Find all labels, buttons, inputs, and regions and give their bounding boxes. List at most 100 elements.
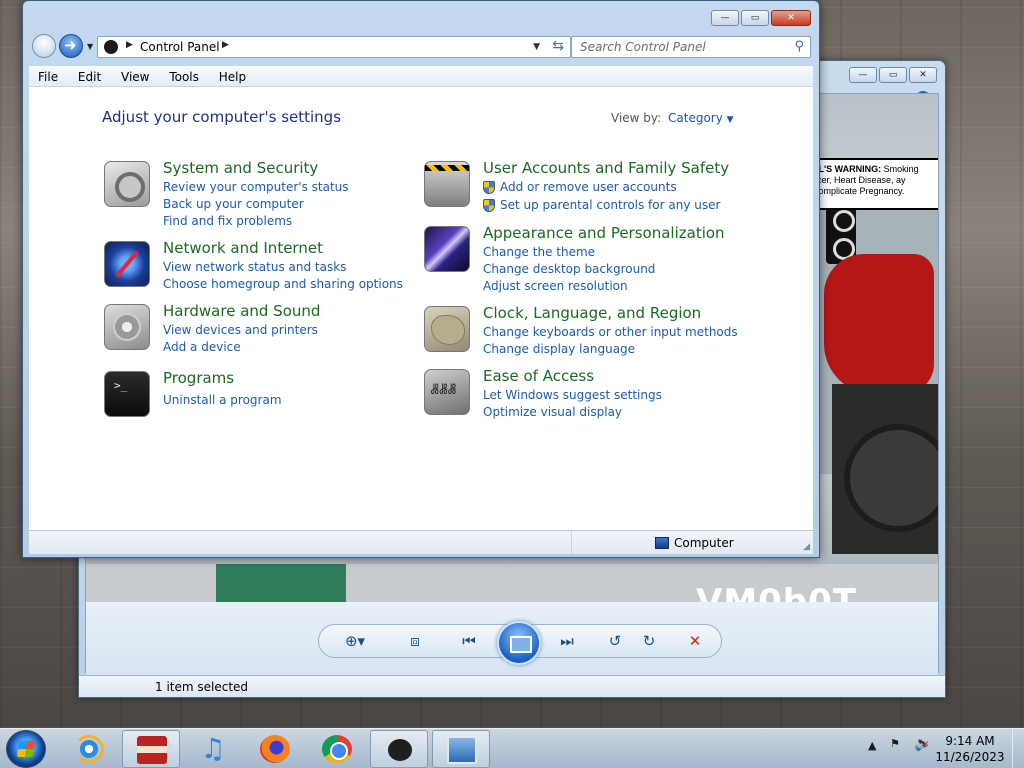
photo-red-figure <box>824 254 934 394</box>
category-link[interactable]: View devices and printers <box>163 323 318 337</box>
photo-green-block <box>216 564 346 602</box>
category-link[interactable]: Change keyboards or other input methods <box>483 325 738 339</box>
search-placeholder: Search Control Panel <box>580 40 706 54</box>
previous-icon[interactable]: ⏮ <box>458 631 480 651</box>
clock-date: 11/26/2023 <box>935 750 1005 764</box>
delete-icon[interactable]: ✕ <box>684 631 706 651</box>
notification-area: ▲ ⚑ 🔈 <box>868 736 931 752</box>
category-link[interactable]: Back up your computer <box>163 197 304 211</box>
category-link[interactable]: Change desktop background <box>483 262 655 276</box>
cp-maximize-button[interactable]: ▭ <box>741 10 769 26</box>
category-link[interactable]: Add a device <box>163 340 241 354</box>
category-title[interactable]: Ease of Access <box>483 367 594 385</box>
ease-of-access-icon[interactable] <box>424 369 470 415</box>
category-link[interactable]: Set up parental controls for any user <box>500 198 720 212</box>
breadcrumb-separator-icon[interactable]: ▶ <box>126 40 133 50</box>
view-by-dropdown[interactable]: Category ▼ <box>668 111 734 125</box>
category-link[interactable]: Choose homegroup and sharing options <box>163 277 403 291</box>
address-dropdown-icon[interactable]: ▼ <box>533 42 540 52</box>
menu-help[interactable]: Help <box>210 66 253 84</box>
taskbar-ie[interactable] <box>60 730 118 768</box>
cp-status-bar: Computer ◢ <box>29 530 813 554</box>
resize-grip-icon[interactable]: ◢ <box>803 542 810 552</box>
viewer-minimize-button[interactable]: — <box>849 67 877 83</box>
taskbar-archive[interactable] <box>122 730 180 768</box>
rotate-right-icon[interactable]: ↻ <box>638 631 660 651</box>
next-icon[interactable]: ⏭ <box>556 631 578 651</box>
search-icon[interactable]: ⚲ <box>794 39 804 54</box>
search-input[interactable]: Search Control Panel ⚲ <box>571 36 811 58</box>
hardware-sound-icon[interactable] <box>104 304 150 350</box>
show-desktop-button[interactable] <box>1012 729 1024 768</box>
refresh-icon[interactable]: ⇆ <box>552 38 564 54</box>
appearance-icon[interactable] <box>424 226 470 272</box>
category-link[interactable]: View network status and tasks <box>163 260 346 274</box>
recent-pages-dropdown-icon[interactable]: ▼ <box>87 42 93 51</box>
page-title: Adjust your computer's settings <box>102 108 342 126</box>
viewer-close-button[interactable]: ✕ <box>909 67 937 83</box>
menu-bar: File Edit View Tools Help <box>29 65 813 87</box>
viewer-status-text: 1 item selected <box>155 680 249 694</box>
cp-window-controls: — ▭ ✕ <box>711 10 811 26</box>
taskbar-control-panel[interactable] <box>370 730 428 768</box>
category-link[interactable]: Change the theme <box>483 245 595 259</box>
category-title[interactable]: Appearance and Personalization <box>483 224 725 242</box>
user-accounts-icon[interactable] <box>424 161 470 207</box>
forward-button[interactable] <box>59 34 83 58</box>
control-panel-window: — ▭ ✕ ▼ ▶ Control Panel ▶ ▼ ⇆ Search Con… <box>22 0 820 558</box>
back-button[interactable] <box>32 34 56 58</box>
clock-language-icon[interactable] <box>424 306 470 352</box>
navigation-bar: ▼ ▶ Control Panel ▶ ▼ ⇆ Search Control P… <box>23 31 819 61</box>
network-internet-icon[interactable] <box>104 241 150 287</box>
photo-viewer-icon <box>447 736 477 764</box>
category-title[interactable]: User Accounts and Family Safety <box>483 159 729 177</box>
category-link[interactable]: Adjust screen resolution <box>483 279 628 293</box>
breadcrumb-control-panel[interactable]: Control Panel <box>140 40 220 54</box>
music-icon: ♫ <box>200 732 226 765</box>
menu-edit[interactable]: Edit <box>69 66 108 84</box>
slideshow-icon[interactable] <box>497 621 541 665</box>
taskbar-chrome[interactable] <box>308 730 366 768</box>
taskbar-music[interactable]: ♫ <box>184 730 242 768</box>
actual-size-icon[interactable]: ⧈ <box>404 631 426 651</box>
status-location: Computer <box>674 536 734 550</box>
action-center-flag-icon[interactable]: ⚑ <box>890 737 906 751</box>
archive-icon <box>137 736 167 764</box>
menu-tools[interactable]: Tools <box>160 66 206 84</box>
category-link[interactable]: Optimize visual display <box>483 405 622 419</box>
taskbar-photo-viewer[interactable] <box>432 730 490 768</box>
category-title[interactable]: System and Security <box>163 159 318 177</box>
category-title[interactable]: Network and Internet <box>163 239 323 257</box>
category-link[interactable]: Let Windows suggest settings <box>483 388 662 402</box>
address-bar[interactable]: ▶ Control Panel ▶ ▼ ⇆ <box>97 36 571 58</box>
cp-minimize-button[interactable]: — <box>711 10 739 26</box>
menu-file[interactable]: File <box>29 66 65 84</box>
show-hidden-icons-icon[interactable]: ▲ <box>868 739 876 752</box>
category-title[interactable]: Programs <box>163 369 234 387</box>
volume-muted-icon[interactable]: 🔈 <box>914 736 931 752</box>
cp-close-button[interactable]: ✕ <box>771 10 811 26</box>
zoom-icon[interactable]: ⊕▾ <box>344 631 366 651</box>
category-link[interactable]: Uninstall a program <box>163 393 282 407</box>
photo-watermark: VM0b0T <box>696 582 857 602</box>
control-panel-icon <box>388 739 412 761</box>
photo-warning-sign: AL'S WARNING: Smoking ncer, Heart Diseas… <box>806 158 938 210</box>
category-link[interactable]: Review your computer's status <box>163 180 349 194</box>
start-orb-icon[interactable] <box>6 730 46 768</box>
firefox-icon <box>260 735 290 763</box>
taskbar-firefox[interactable] <box>246 730 304 768</box>
programs-icon[interactable] <box>104 371 150 417</box>
viewer-maximize-button[interactable]: ▭ <box>879 67 907 83</box>
control-panel-content: Adjust your computer's settings View by:… <box>29 87 813 530</box>
category-title[interactable]: Clock, Language, and Region <box>483 304 701 322</box>
category-link[interactable]: Find and fix problems <box>163 214 292 228</box>
internet-explorer-icon <box>74 735 104 763</box>
system-clock[interactable]: 9:14 AM 11/26/2023 <box>930 733 1010 765</box>
category-link[interactable]: Change display language <box>483 342 635 356</box>
breadcrumb-separator-icon[interactable]: ▶ <box>222 40 229 50</box>
rotate-left-icon[interactable]: ↺ <box>604 631 626 651</box>
category-link[interactable]: Add or remove user accounts <box>500 180 677 194</box>
category-title[interactable]: Hardware and Sound <box>163 302 320 320</box>
menu-view[interactable]: View <box>112 66 156 84</box>
system-security-icon[interactable] <box>104 161 150 207</box>
